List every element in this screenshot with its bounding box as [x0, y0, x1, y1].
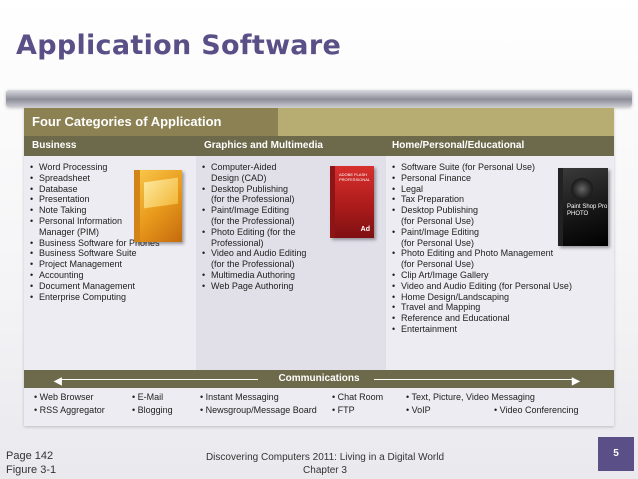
list-item: • Tax Preparation	[392, 194, 465, 205]
list-item: • Legal	[392, 183, 424, 194]
comm-item: • Chat Room	[332, 392, 384, 402]
list-item: • Project Management	[30, 259, 123, 270]
list-item: • Home Design/Landscaping	[392, 291, 510, 302]
list-item: • Paint/Image Editing	[392, 226, 480, 237]
list-item: • Reference and Educational	[392, 313, 510, 324]
paintshop-box-label: Paint Shop Pro PHOTO	[567, 204, 608, 217]
camera-lens-icon	[571, 178, 593, 200]
footer-page-ref: Page 142	[6, 450, 54, 462]
page-number-badge: 5	[598, 437, 634, 471]
list-item: • Photo Editing (for the	[202, 226, 296, 237]
comm-item: • VoIP	[406, 405, 431, 415]
comm-item: • Instant Messaging	[200, 392, 279, 402]
list-item: • Entertainment	[392, 323, 458, 334]
graphics-list: • Computer-Aided Design (CAD) • Desktop Pu…	[202, 162, 306, 292]
list-item: • Software Suite (for Personal Use)	[392, 162, 536, 172]
list-item: • Desktop Publishing	[202, 183, 289, 194]
category-graphics: Graphics and Multimedia	[204, 140, 323, 151]
comm-item: • Text, Picture, Video Messaging	[406, 392, 535, 402]
list-item: • Accounting	[30, 269, 84, 280]
comm-item: • Web Browser	[34, 392, 94, 402]
category-home: Home/Personal/Educational	[392, 140, 525, 151]
list-item-cont: (for Personal Use)	[401, 237, 475, 248]
list-item-cont: Professional)	[211, 237, 264, 248]
list-item: • Travel and Mapping	[392, 302, 481, 313]
list-item-cont: (for the Professional)	[211, 259, 295, 270]
paintshop-box-image: Paint Shop Pro PHOTO	[558, 168, 608, 246]
adobe-box-label: ADOBE FLASH PROFESSIONAL	[339, 172, 371, 182]
list-item: • Computer-Aided	[202, 162, 277, 172]
list-item-cont: Design (CAD)	[211, 172, 267, 183]
list-item-cont: (for the Professional)	[211, 194, 295, 205]
column-business: • Word Processing • Spreadsheet • Database …	[24, 156, 196, 370]
figure-header-title: Four Categories of Application Software	[24, 108, 278, 157]
office-box-image	[134, 170, 182, 242]
list-item: • Enterprise Computing	[30, 291, 127, 302]
communications-title: Communications	[278, 373, 360, 384]
comm-item: • E-Mail	[132, 392, 164, 402]
comm-item: • Video Conferencing	[494, 405, 579, 415]
list-item-cont: (for Personal Use)	[401, 215, 475, 226]
comm-item: • FTP	[332, 405, 355, 415]
comm-item: • RSS Aggregator	[34, 405, 105, 415]
list-item: • Photo Editing and Photo Management	[392, 248, 554, 259]
list-item: • Document Management	[30, 280, 136, 291]
adobe-box-image: ADOBE FLASH PROFESSIONAL Ad	[330, 166, 374, 238]
footer-figure-ref: Figure 3-1	[6, 464, 57, 476]
list-item: • Video and Audio Editing	[202, 248, 307, 259]
title-underline-bar	[6, 90, 632, 107]
list-item: • Web Page Authoring	[202, 280, 294, 291]
list-item: • Personal Finance	[392, 172, 472, 183]
list-item: • Desktop Publishing	[392, 205, 479, 216]
category-header-row: Business Graphics and Multimedia Home/Pe…	[24, 136, 614, 156]
home-list: • Software Suite (for Personal Use) • Pers…	[392, 162, 572, 335]
footer-book-title: Discovering Computers 2011: Living in a …	[205, 452, 445, 476]
figure-panel: Four Categories of Application Software …	[24, 108, 614, 426]
list-item: • Business Software Suite	[30, 248, 137, 259]
slide-title: Application Software	[16, 30, 342, 61]
communications-body: • Web Browser • RSS Aggregator • E-Mail …	[24, 388, 614, 426]
communications-header: ◀ Communications ▶	[24, 370, 614, 388]
list-item-cont: (for Personal Use)	[401, 259, 475, 270]
adobe-logo: Ad	[360, 226, 370, 233]
category-business: Business	[32, 140, 77, 151]
column-graphics: • Computer-Aided Design (CAD) • Desktop Pu…	[196, 156, 386, 370]
list-item: • Video and Audio Editing (for Personal U…	[392, 280, 572, 291]
figure-header: Four Categories of Application Software	[24, 108, 614, 157]
column-home: • Software Suite (for Personal Use) • Pers…	[386, 156, 614, 370]
list-item: • Multimedia Authoring	[202, 269, 296, 280]
list-item: • Paint/Image Editing	[202, 205, 290, 216]
list-item-cont: (for the Professional)	[211, 215, 295, 226]
comm-item: • Blogging	[132, 405, 173, 415]
list-item: • Clip Art/Image Gallery	[392, 269, 489, 280]
comm-item: • Newsgroup/Message Board	[200, 405, 317, 415]
